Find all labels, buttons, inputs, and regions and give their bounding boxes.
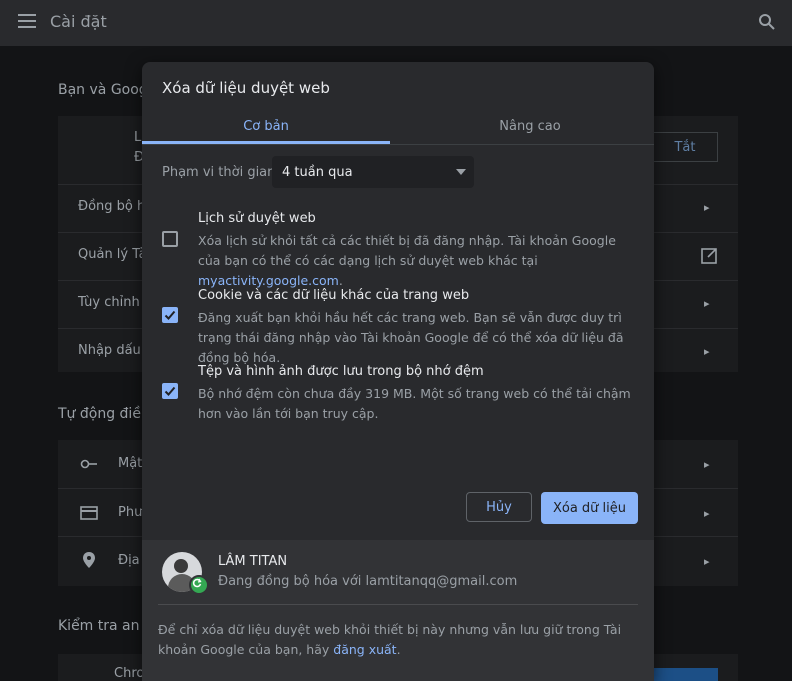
clear-browsing-data-dialog: Xóa dữ liệu duyệt web Cơ bản Nâng cao Ph… <box>142 62 654 681</box>
divider <box>158 604 638 605</box>
dropdown-arrow-icon <box>456 169 466 175</box>
sync-icon <box>189 575 209 595</box>
check-icon <box>164 386 176 396</box>
tab-basic[interactable]: Cơ bản <box>142 108 390 144</box>
section-autofill: Tự động điền <box>58 406 150 422</box>
section-you-and-google: Bạn và Googl <box>58 82 152 98</box>
key-icon <box>80 459 97 469</box>
top-bar: Cài đặt <box>0 0 792 46</box>
account-footer: LÂM TITAN Đang đồng bộ hóa với lamtitanq… <box>142 540 654 681</box>
option-description: Xóa lịch sử khỏi tất cả các thiết bị đã … <box>198 233 616 288</box>
option-title: Cookie và các dữ liệu khác của trang web <box>198 288 470 303</box>
tab-advanced[interactable]: Nâng cao <box>406 108 654 144</box>
chevron-right-icon: ▸ <box>704 297 710 310</box>
account-name: LÂM TITAN <box>218 554 288 569</box>
credit-card-icon <box>80 506 98 520</box>
time-range-select[interactable]: 4 tuần qua <box>272 156 474 188</box>
checkbox-cookies[interactable] <box>162 307 178 323</box>
check-icon <box>164 310 176 320</box>
option-browsing-history: Lịch sử duyệt web Xóa lịch sử khỏi tất c… <box>162 211 632 288</box>
checkbox-browsing-history[interactable] <box>162 231 178 247</box>
time-range-value: 4 tuần qua <box>282 165 353 180</box>
myactivity-link[interactable]: myactivity.google.com <box>198 273 339 288</box>
time-range-label: Phạm vi thời gian <box>162 165 276 180</box>
sign-out-link[interactable]: đăng xuất <box>333 642 396 657</box>
chevron-right-icon: ▸ <box>704 345 710 358</box>
chevron-right-icon: ▸ <box>704 507 710 520</box>
menu-icon[interactable] <box>18 14 36 28</box>
active-tab-indicator <box>142 141 390 144</box>
page-title: Cài đặt <box>50 12 107 31</box>
option-cookies: Cookie và các dữ liệu khác của trang web… <box>162 288 632 365</box>
option-title: Tệp và hình ảnh được lưu trong bộ nhớ đệ… <box>198 364 484 379</box>
account-sync-status: Đang đồng bộ hóa với lamtitanqq@gmail.co… <box>218 574 518 589</box>
turn-off-sync-button[interactable]: Tắt <box>652 132 718 162</box>
option-description: Bộ nhớ đệm còn chưa đầy 319 MB. Một số t… <box>198 386 631 421</box>
profile-name: L <box>134 130 142 145</box>
search-icon[interactable] <box>758 13 776 31</box>
location-pin-icon <box>83 552 95 568</box>
chevron-right-icon: ▸ <box>704 458 710 471</box>
option-description: Đăng xuất bạn khỏi hầu hết các trang web… <box>198 310 624 365</box>
dialog-title: Xóa dữ liệu duyệt web <box>162 79 330 97</box>
chevron-right-icon: ▸ <box>704 555 710 568</box>
option-title: Lịch sử duyệt web <box>198 211 316 226</box>
open-external-icon <box>701 248 717 264</box>
clear-data-button[interactable]: Xóa dữ liệu <box>541 492 638 524</box>
chevron-right-icon: ▸ <box>704 201 710 214</box>
checkbox-cache[interactable] <box>162 383 178 399</box>
cancel-button[interactable]: Hủy <box>466 492 532 522</box>
option-cache: Tệp và hình ảnh được lưu trong bộ nhớ đệ… <box>162 364 632 424</box>
sign-out-note: Để chỉ xóa dữ liệu duyệt web khỏi thiết … <box>158 622 622 657</box>
dialog-tabs: Cơ bản Nâng cao <box>142 108 654 145</box>
